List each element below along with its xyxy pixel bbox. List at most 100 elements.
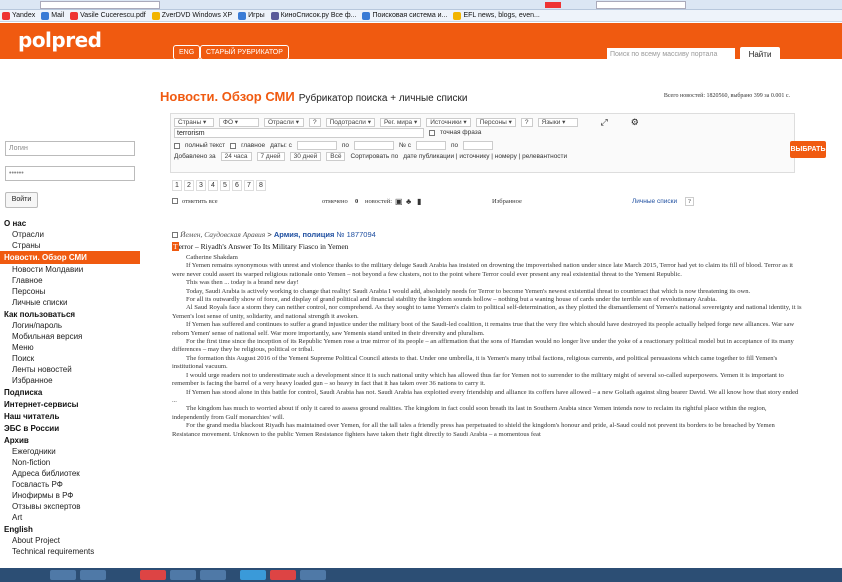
page-link[interactable]: 5 bbox=[220, 180, 230, 191]
personal-lists-link[interactable]: Личные списки bbox=[632, 198, 677, 205]
sidebar-item[interactable]: Ежегодники bbox=[0, 446, 140, 457]
num-to-input[interactable] bbox=[463, 141, 494, 150]
sidebar-item[interactable]: Логин/пароль bbox=[0, 320, 140, 331]
page-link[interactable]: 4 bbox=[208, 180, 218, 191]
settings-icon[interactable]: ⚙ bbox=[631, 117, 639, 128]
filter-dropdown[interactable]: Отрасли ▾ bbox=[264, 118, 304, 127]
sort-options[interactable]: дате публикации | источнику | номеру | р… bbox=[403, 153, 567, 160]
sidebar-item[interactable]: English bbox=[0, 523, 140, 535]
help-icon[interactable]: ? bbox=[520, 118, 533, 127]
period-button[interactable]: 30 дней bbox=[289, 152, 322, 161]
sidebar-item[interactable]: Избранное bbox=[0, 375, 140, 386]
sidebar-item[interactable]: Меню bbox=[0, 342, 140, 353]
date-to-input[interactable] bbox=[354, 141, 394, 150]
sidebar-item[interactable]: Главное bbox=[0, 275, 140, 286]
sidebar-item[interactable]: Подписка bbox=[0, 386, 140, 398]
sidebar-item[interactable]: Архив bbox=[0, 434, 140, 446]
mark-all-checkbox[interactable] bbox=[172, 198, 178, 204]
sidebar-item[interactable]: Интернет-сервисы bbox=[0, 398, 140, 410]
article-category[interactable]: Армия, полиция bbox=[274, 230, 335, 239]
filter-dropdown[interactable]: Страны ▾ bbox=[174, 118, 214, 127]
sidebar-item[interactable]: Инофирмы в РФ bbox=[0, 490, 140, 501]
sidebar-item[interactable]: Отрасли bbox=[0, 229, 140, 240]
num-from-input[interactable] bbox=[416, 141, 447, 150]
select-button[interactable]: ВЫБРАТЬ bbox=[790, 141, 826, 158]
sidebar-item[interactable]: Non-fiction bbox=[0, 457, 140, 468]
sidebar-item[interactable]: Адреса библиотек bbox=[0, 468, 140, 479]
site-logo[interactable]: polpred bbox=[18, 28, 102, 52]
sidebar-item[interactable]: Отзывы экспертов bbox=[0, 501, 140, 512]
page-link[interactable]: 7 bbox=[244, 180, 254, 191]
browser-search-box[interactable] bbox=[596, 1, 686, 9]
help-icon[interactable]: ? bbox=[309, 118, 321, 127]
taskbar-item[interactable] bbox=[270, 570, 296, 580]
article-checkbox[interactable] bbox=[172, 232, 178, 239]
sidebar-item[interactable]: Новости Молдавии bbox=[0, 264, 140, 275]
period-button[interactable]: 7 дней bbox=[256, 152, 285, 161]
favorites-link[interactable]: Избранное bbox=[492, 198, 522, 205]
print-icon[interactable]: ♣ bbox=[406, 197, 411, 206]
full-text-checkbox[interactable] bbox=[174, 142, 180, 149]
date-from-input[interactable] bbox=[296, 141, 337, 150]
sidebar-item[interactable]: Art bbox=[0, 512, 140, 523]
filter-dropdown[interactable]: Подотрасли ▾ bbox=[325, 118, 375, 127]
bookmark-item[interactable]: Vasile Cucerescu.pdf bbox=[70, 11, 146, 20]
old-rubricator-button[interactable]: СТАРЫЙ РУБРИКАТОР bbox=[200, 45, 289, 60]
page-link[interactable]: 1 bbox=[172, 180, 182, 191]
filter-dropdown[interactable]: Источники ▾ bbox=[426, 118, 471, 127]
bookmark-item[interactable]: КиноСписок.ру Все ф... bbox=[270, 11, 356, 20]
sidebar-item[interactable]: Мобильная версия bbox=[0, 331, 140, 342]
sidebar-item[interactable]: О нас bbox=[0, 217, 140, 229]
taskbar-item[interactable] bbox=[140, 570, 166, 580]
filter-dropdown[interactable]: Персоны ▾ bbox=[475, 118, 516, 127]
sidebar-item[interactable]: Как пользоваться bbox=[0, 308, 140, 320]
taskbar-item[interactable] bbox=[50, 570, 76, 580]
login-input[interactable]: Логин bbox=[5, 141, 135, 156]
taskbar-item[interactable] bbox=[80, 570, 106, 580]
sidebar-item[interactable]: Персоны bbox=[0, 286, 140, 297]
sidebar-item[interactable]: Наш читатель bbox=[0, 410, 140, 422]
sidebar-item[interactable]: ЭБС в России bbox=[0, 422, 140, 434]
bookmark-item[interactable]: Поисковая система и... bbox=[362, 11, 447, 20]
download-icon[interactable]: ▮ bbox=[417, 197, 421, 206]
query-input[interactable]: terrorism bbox=[174, 128, 424, 138]
sidebar-item[interactable]: Госвласть РФ bbox=[0, 479, 140, 490]
bookmark-item[interactable]: Mail bbox=[41, 11, 64, 20]
filter-dropdown[interactable]: Языки ▾ bbox=[537, 118, 578, 127]
article-number[interactable]: № 1877094 bbox=[336, 230, 375, 239]
sidebar-item[interactable]: Новости. Обзор СМИ bbox=[0, 251, 140, 264]
period-button[interactable]: Всё bbox=[326, 152, 346, 161]
exact-phrase-checkbox[interactable] bbox=[429, 129, 435, 136]
page-link[interactable]: 2 bbox=[184, 180, 194, 191]
copy-icon[interactable]: ▣ bbox=[395, 197, 403, 206]
help-icon[interactable]: ? bbox=[685, 197, 694, 206]
main-only-checkbox[interactable] bbox=[230, 142, 237, 149]
filter-dropdown[interactable]: Рег. мира ▾ bbox=[379, 118, 422, 127]
sidebar-item[interactable]: Technical requirements bbox=[0, 546, 140, 557]
sidebar-item[interactable]: Личные списки bbox=[0, 297, 140, 308]
taskbar-item[interactable] bbox=[240, 570, 266, 580]
article-meta: Йемен, Саудовская Аравия > Армия, полици… bbox=[172, 230, 376, 239]
bookmark-item[interactable]: Yandex bbox=[2, 11, 35, 20]
page-link[interactable]: 6 bbox=[232, 180, 242, 191]
login-button[interactable]: Войти bbox=[5, 192, 38, 208]
taskbar-item[interactable] bbox=[300, 570, 326, 580]
sidebar-item[interactable]: Страны bbox=[0, 240, 140, 251]
password-input[interactable]: •••••• bbox=[5, 166, 135, 181]
sidebar-item[interactable]: About Project bbox=[0, 535, 140, 546]
period-button[interactable]: 24 часа bbox=[220, 152, 252, 161]
address-bar[interactable] bbox=[40, 1, 160, 9]
page-link[interactable]: 8 bbox=[256, 180, 266, 191]
bookmark-item[interactable]: ZverDVD Windows XP bbox=[151, 11, 232, 20]
taskbar-item[interactable] bbox=[200, 570, 226, 580]
article-region[interactable]: Йемен, Саудовская Аравия bbox=[180, 230, 265, 239]
expand-icon[interactable]: ⤢ bbox=[601, 117, 608, 128]
bookmark-item[interactable]: Игры bbox=[238, 11, 265, 20]
taskbar-item[interactable] bbox=[170, 570, 196, 580]
bookmark-item[interactable]: EFL news, blogs, even... bbox=[453, 11, 540, 20]
page-link[interactable]: 3 bbox=[196, 180, 206, 191]
sidebar-item[interactable]: Ленты новостей bbox=[0, 364, 140, 375]
eng-button[interactable]: ENG bbox=[173, 45, 201, 60]
filter-dropdown[interactable]: ФО ▾ bbox=[219, 118, 259, 127]
sidebar-item[interactable]: Поиск bbox=[0, 353, 140, 364]
